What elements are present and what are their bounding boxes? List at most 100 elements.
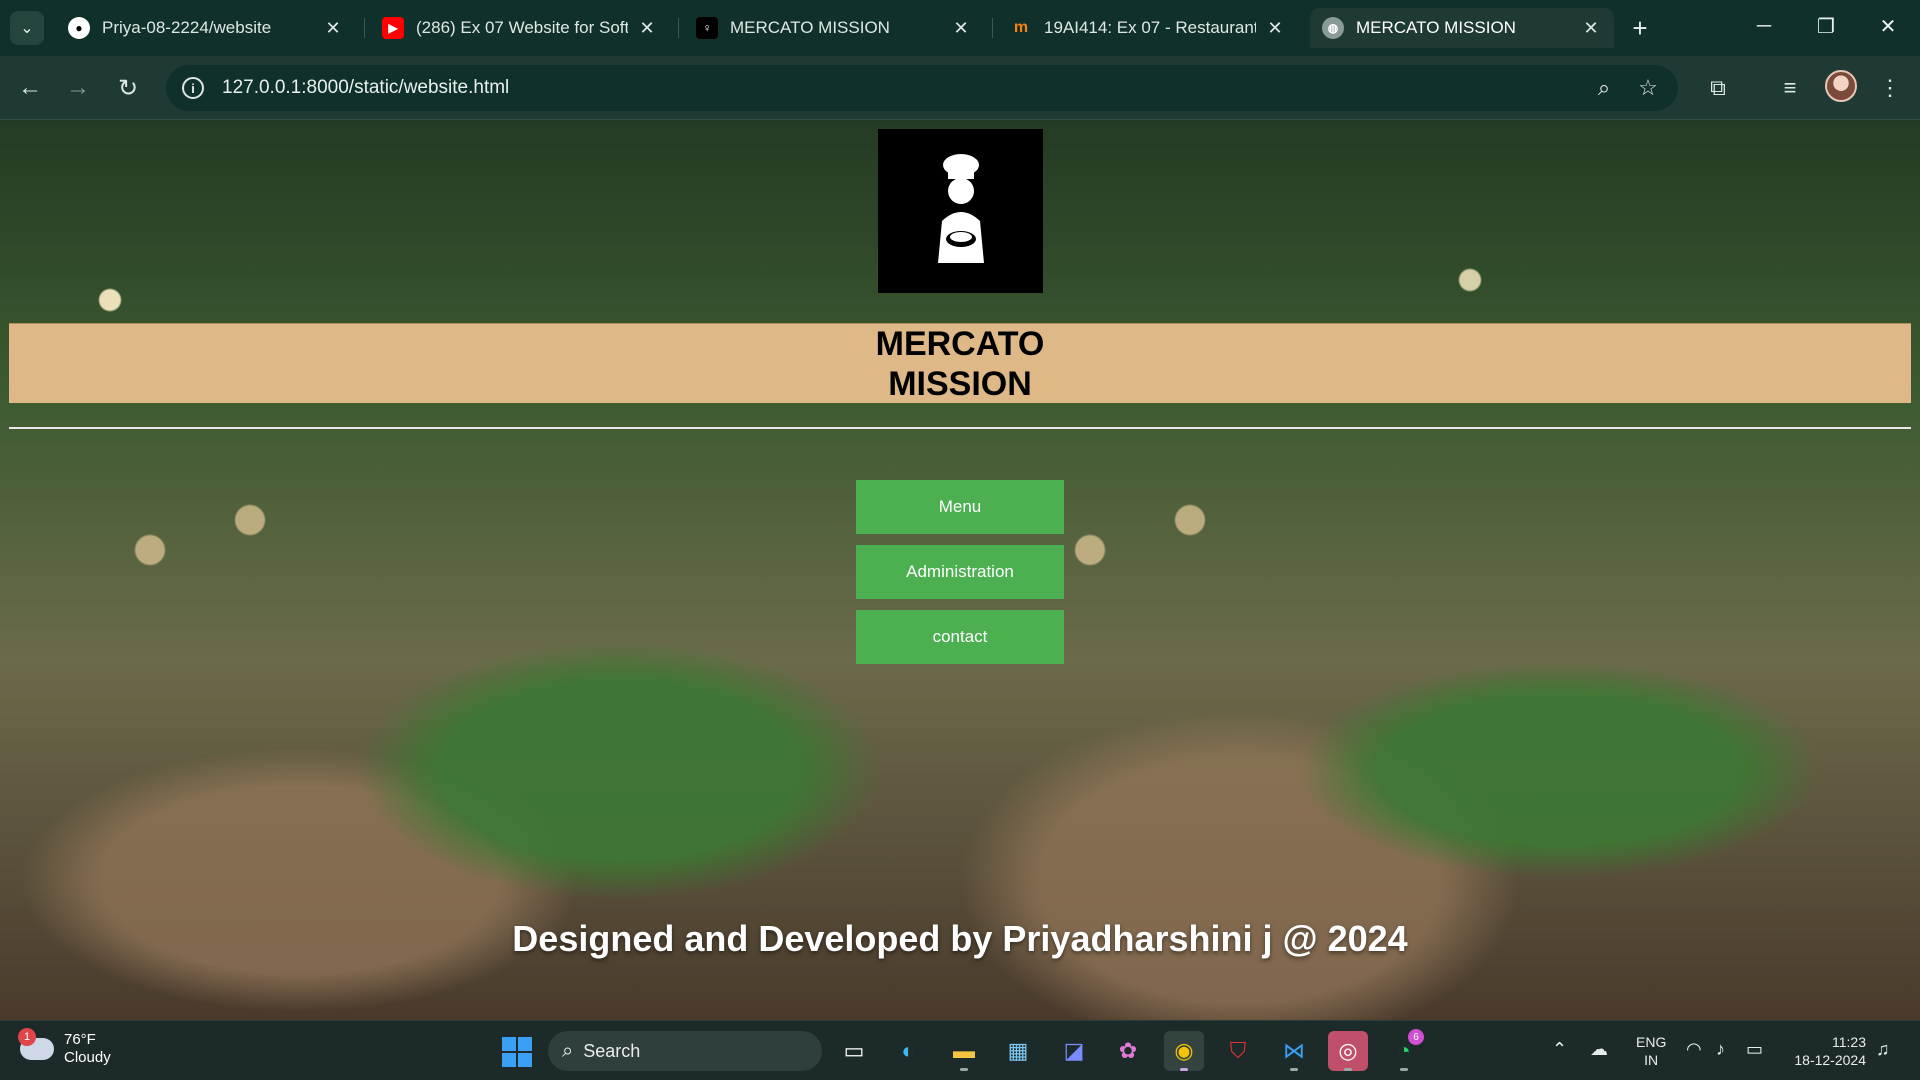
menu-button[interactable]: Menu [856,480,1064,534]
clock[interactable]: 11:23 18-12-2024 [1786,1033,1866,1069]
chevron-down-icon: ⌄ [20,20,34,37]
chef-woman-icon [937,154,984,263]
chevron-up-icon[interactable]: ⌃ [1552,1039,1567,1060]
close-icon[interactable]: ✕ [1264,17,1286,39]
notification-bell-icon[interactable]: ♫ [1876,1039,1890,1060]
footer-credit: Designed and Developed by Priyadharshini… [512,918,1408,959]
browser-toolbar: ← → ↻ i 127.0.0.1:8000/static/website.ht… [0,56,1920,120]
search-icon: ⌕ [562,1039,574,1062]
windows-logo-icon [518,1037,532,1051]
reload-icon: ↻ [117,74,139,102]
star-icon[interactable]: ☆ [1634,74,1662,102]
running-indicator [960,1068,968,1071]
chef-logo [878,129,1043,293]
running-indicator [1344,1068,1352,1071]
arrow-right-icon: → [66,74,90,101]
url-text[interactable]: 127.0.0.1:8000/static/website.html [222,77,509,99]
tab-title: Priya-08-2224/website [102,18,272,37]
page-viewport: MERCATO MISSION Menu Administration cont… [0,120,1920,1020]
plus-icon: + [1632,12,1648,43]
task-view-icon[interactable]: ▭ [834,1031,874,1071]
site-favicon-icon: ♀ [696,17,718,39]
vscode-icon[interactable]: ⋈ [1274,1031,1314,1071]
windows-logo-icon [518,1053,532,1067]
edge-icon[interactable]: ◐ [888,1031,928,1071]
tab-title: MERCATO MISSION [730,18,890,37]
youtube-icon: ▶ [382,17,404,39]
chrome-icon[interactable]: ◉ [1164,1031,1204,1071]
tab-mercato[interactable]: ♀ MERCATO MISSION ✕ [684,8,984,48]
close-window-button[interactable]: ✕ [1858,6,1918,46]
profile-avatar[interactable] [1825,70,1857,102]
windows-logo-icon [502,1037,516,1051]
github-icon: ● [68,17,90,39]
arrow-left-icon: ← [18,74,42,101]
taskbar: 1 76°F Cloudy ⌕ Search ▭ ◐ ▬ ▦ ◪ ✿ ◉ ⛉ ⋈… [0,1020,1920,1080]
close-icon[interactable]: ✕ [1580,17,1602,39]
mcafee-icon[interactable]: ⛉ [1218,1031,1258,1071]
tab-title: (286) Ex 07 Website for Softw [416,18,628,37]
tab-youtube[interactable]: ▶ (286) Ex 07 Website for Softw ✕ [370,8,670,48]
administration-button[interactable]: Administration [856,545,1064,599]
close-icon[interactable]: ✕ [636,17,658,39]
kebab-menu-icon[interactable]: ⋮ [1872,70,1908,106]
info-icon[interactable]: i [182,77,204,99]
whatsapp-icon[interactable]: ◔ 6 [1384,1029,1424,1071]
page-title-line2: MISSION [888,365,1032,403]
running-indicator [1290,1068,1298,1071]
lang-code: ENG [1636,1034,1667,1050]
zoom-icon[interactable]: ⌕ [1590,74,1618,102]
weather-temp: 76°F [64,1031,96,1048]
file-explorer-icon[interactable]: ▬ [944,1031,984,1071]
close-icon[interactable]: ✕ [950,17,972,39]
tab-search-button[interactable]: ⌄ [10,11,44,45]
store-icon[interactable]: ▦ [998,1031,1038,1071]
tab-separator [678,18,679,38]
tab-moodle[interactable]: m 19AI414: Ex 07 - Restaurant W ✕ [998,8,1298,48]
wifi-icon[interactable]: ◠ [1686,1039,1702,1060]
lang-region: IN [1644,1052,1659,1068]
weather-widget[interactable]: 1 76°F Cloudy [18,1028,111,1067]
windows-logo-icon [502,1053,516,1067]
title-banner: MERCATO MISSION [9,323,1911,403]
onedrive-icon[interactable]: ☁ [1590,1039,1608,1060]
forward-button[interactable]: → [60,70,96,106]
pen-app-icon[interactable]: ◪ [1054,1031,1094,1071]
media-controls-icon[interactable]: ≡ [1772,70,1808,106]
tab-title: MERCATO MISSION [1356,18,1516,37]
tab-mercato-active[interactable]: ◍ MERCATO MISSION ✕ [1310,8,1614,48]
tab-separator [364,18,365,38]
notification-badge: 6 [1408,1029,1424,1045]
volume-icon[interactable]: ♪ [1716,1039,1725,1060]
start-button[interactable] [502,1037,532,1067]
restore-icon: ❐ [1817,15,1835,38]
copilot-icon[interactable]: ✿ [1108,1031,1148,1071]
extensions-icon[interactable]: ⧉ [1700,70,1736,106]
restore-button[interactable]: ❐ [1796,6,1856,46]
back-button[interactable]: ← [12,70,48,106]
tab-github[interactable]: ● Priya-08-2224/website ✕ [56,8,356,48]
close-icon[interactable]: ✕ [322,17,344,39]
date: 18-12-2024 [1794,1052,1866,1068]
battery-icon[interactable]: ▭ [1746,1039,1763,1060]
address-bar[interactable]: i 127.0.0.1:8000/static/website.html ⌕ ☆ [166,65,1678,111]
weather-desc: Cloudy [64,1049,111,1066]
tab-strip: ⌄ ● Priya-08-2224/website ✕ ▶ (286) Ex 0… [0,0,1920,56]
tab-title: 19AI414: Ex 07 - Restaurant W [1044,18,1256,37]
notification-badge: 1 [18,1028,36,1046]
minimize-button[interactable]: ─ [1734,6,1794,46]
app-icon[interactable]: ◎ [1328,1031,1368,1071]
reload-button[interactable]: ↻ [110,70,146,106]
running-indicator [1400,1068,1408,1071]
language-indicator[interactable]: ENG IN [1636,1033,1666,1069]
moodle-icon: m [1013,19,1029,36]
running-indicator [1180,1068,1188,1071]
taskbar-search[interactable]: ⌕ Search [548,1031,822,1071]
time: 11:23 [1832,1034,1866,1050]
new-tab-button[interactable]: + [1624,12,1656,44]
search-label: Search [583,1040,641,1061]
close-icon: ✕ [1879,15,1897,38]
minimize-icon: ─ [1756,14,1772,37]
contact-button[interactable]: contact [856,610,1064,664]
page-title: MERCATO MISSION [9,324,1911,404]
